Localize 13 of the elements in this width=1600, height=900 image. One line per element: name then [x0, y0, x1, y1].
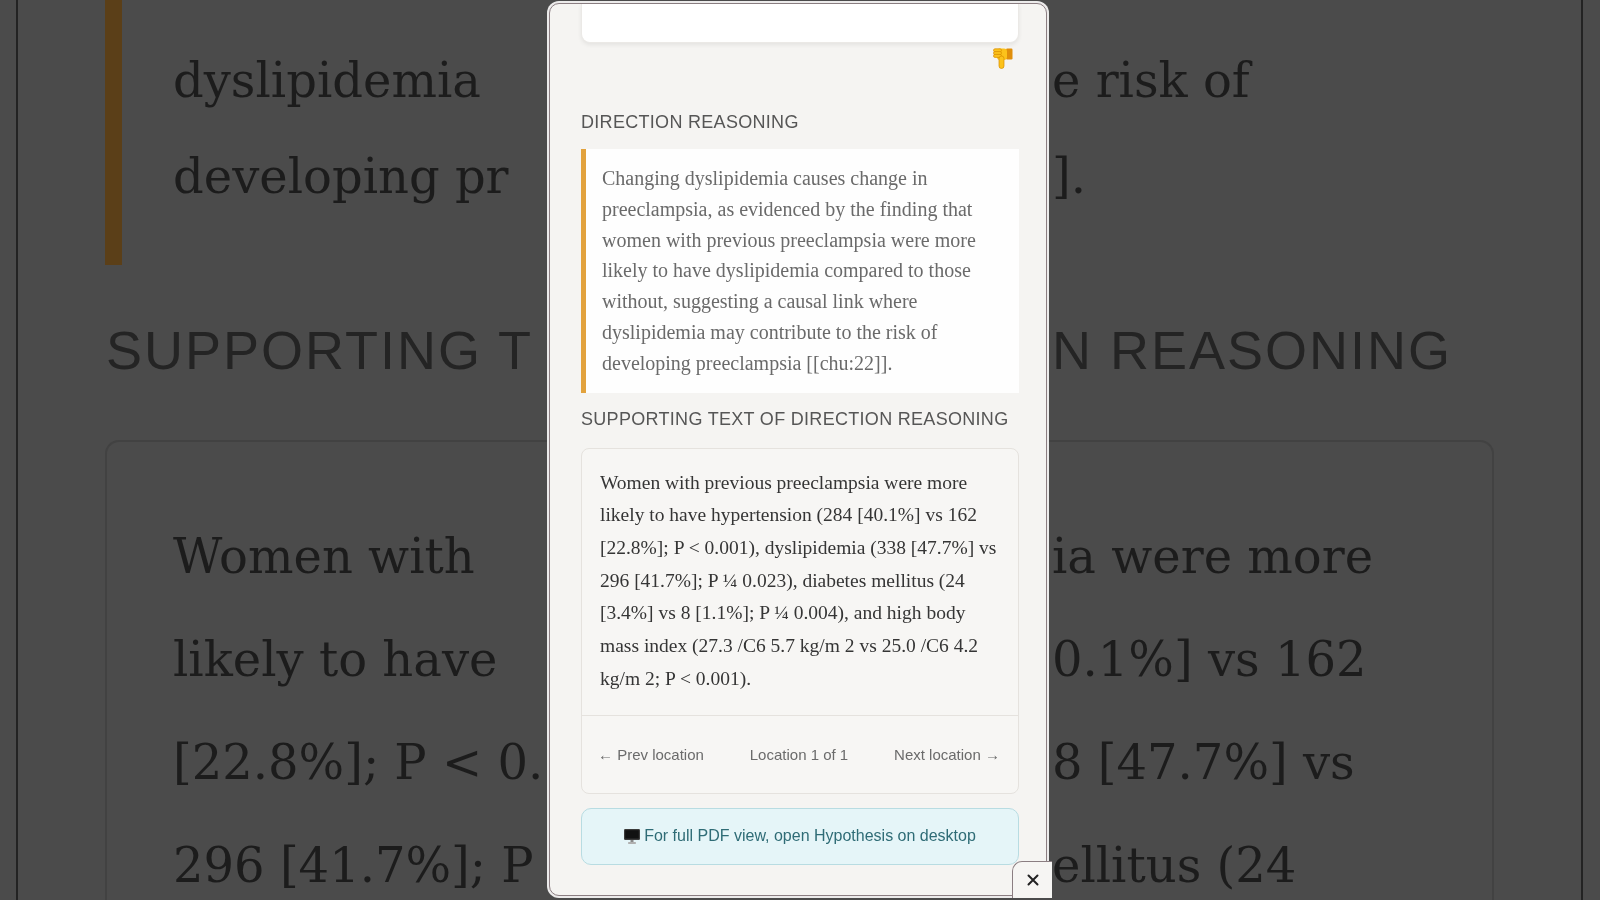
prev-location-button[interactable]: ← Prev location [598, 745, 704, 763]
close-button[interactable] [1012, 861, 1052, 898]
notice-text: For full PDF view, open Hypothesis on desktop [644, 827, 976, 845]
section-heading: DIRECTION REASONING [581, 111, 799, 133]
thumbs-down-icon [993, 48, 1013, 69]
reasoning-text: Changing dyslipidemia causes change in preeclampsia, as evidenced by the finding that women with previous preeclampsia were more likely to have dyslipidemia compared to those without, suggesting a causal link where dyslipidemia may contribute to the risk of developing preeclampsia [[chu:22]]. [602, 166, 977, 377]
close-icon [1026, 874, 1039, 886]
background-text: ]. [1052, 147, 1086, 206]
section-heading: SUPPORTING TEXT OF DIRECTION REASONING [581, 407, 1009, 430]
next-location-button[interactable]: Next location → [894, 745, 1000, 763]
location-counter: Location 1 of 1 [749, 745, 849, 763]
supporting-text: Women with previous preeclampsia were more likely to have hypertension (284 [40.1%] vs 162 [22.8%]; P < 0.001), dyslipidemia (338 [47.7%] vs 296 [41.7%]; P ¼ 0.023), diabetes mellitus (24 [3.4%] vs 8 [1.1%]; P ¼ 0.004), and high body mass index (27.3 /C6 5.7 kg/m 2 vs 25.0 /C6 4.2 kg/m 2; P < 0.001). [600, 470, 998, 691]
desktop-monitor-icon [624, 828, 641, 844]
